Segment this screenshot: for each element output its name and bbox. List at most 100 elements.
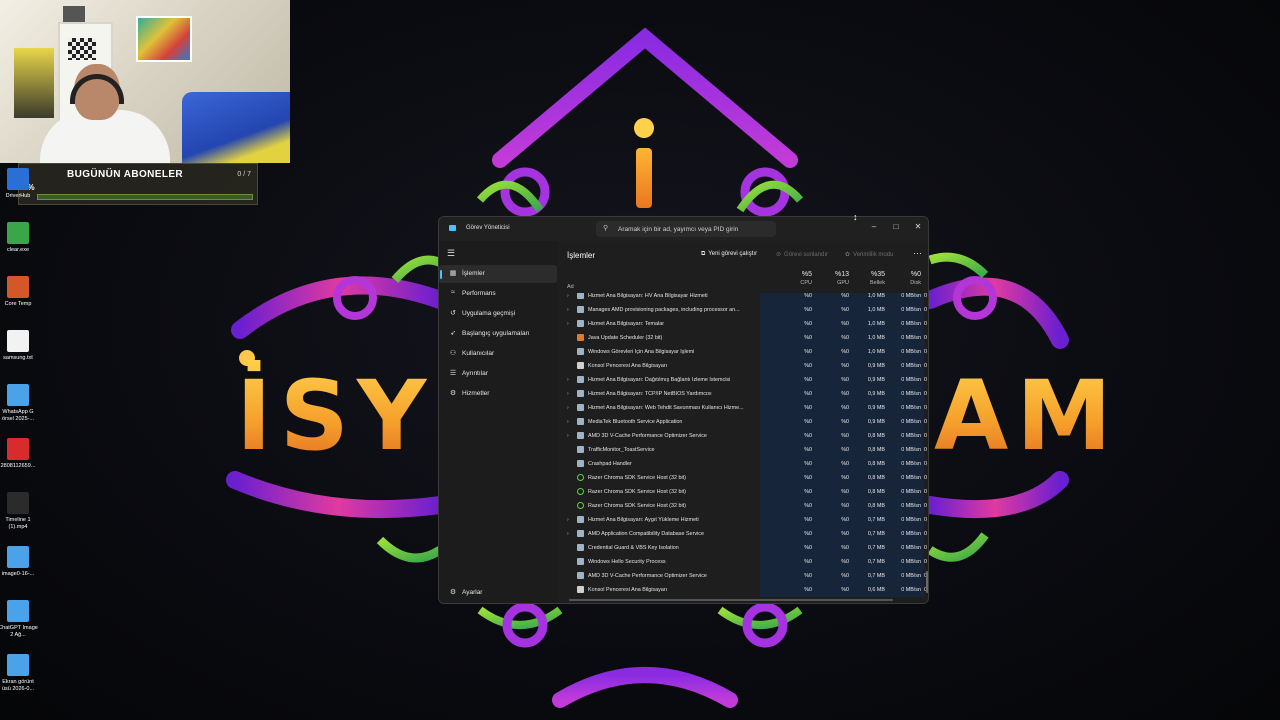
desktop-icon[interactable]: ChatGPT Image 2 Ağ... — [0, 600, 38, 639]
process-svc-icon — [577, 390, 584, 397]
nav-item-users[interactable]: ⚇ Kullanıcılar — [439, 345, 557, 363]
process-row[interactable]: › AMD Application Compatibility Database … — [557, 527, 928, 541]
expand-chevron-icon[interactable]: › — [567, 405, 569, 411]
process-net-value: 0 — [924, 475, 927, 481]
process-row[interactable]: › AMD 3D V-Cache Performance Optimizer Se… — [557, 429, 928, 443]
startup-icon: ➶ — [450, 330, 456, 337]
desktop-icon[interactable]: DriverHub — [0, 168, 38, 200]
desktop-icon[interactable]: Timeline 1 (1).mp4 — [0, 492, 38, 531]
desktop-icon[interactable]: Core Temp — [0, 276, 38, 308]
column-header-disk[interactable]: %0 Disk — [885, 271, 921, 293]
process-row[interactable]: TrafficMonitor_ToastService %0 %0 0,8 MB 0 M… — [557, 443, 928, 457]
nav-item-performance[interactable]: ≈ Performans — [439, 285, 557, 303]
end-task-button[interactable]: ⊘ Görevi sonlandır — [776, 251, 828, 258]
process-cpu-value: %0 — [804, 363, 812, 369]
expand-chevron-icon[interactable]: › — [567, 377, 569, 383]
process-row[interactable]: AMD 3D V-Cache Performance Optimizer Ser… — [557, 569, 928, 583]
process-gpu-value: %0 — [841, 349, 849, 355]
process-gpu-value: %0 — [841, 531, 849, 537]
process-row[interactable]: Crashpad Handler %0 %0 0,8 MB 0 MB/sn 0 — [557, 457, 928, 471]
process-row[interactable]: Java Update Scheduler (32 bit) %0 %0 1,0 MB… — [557, 331, 928, 345]
expand-chevron-icon[interactable]: › — [567, 419, 569, 425]
expand-chevron-icon[interactable]: › — [567, 307, 569, 313]
desktop-icon[interactable]: 2808112659... — [0, 438, 38, 470]
process-list: › Hizmet Ana Bilgisayarı: HV Ana Bilgisay… — [557, 293, 928, 597]
process-row[interactable]: Razer Chroma SDK Service Host (32 bit) %0… — [557, 471, 928, 485]
image-file-icon — [7, 654, 29, 676]
nav-item-details[interactable]: ☰ Ayrıntılar — [439, 365, 557, 383]
expand-chevron-icon[interactable]: › — [567, 517, 569, 523]
expand-chevron-icon[interactable]: › — [567, 531, 569, 537]
process-gpu-value: %0 — [841, 293, 849, 299]
desktop-icon[interactable]: Ekran görünt üsü 2026-0... — [0, 654, 38, 693]
desktop-icon[interactable]: samsung.txt — [0, 330, 38, 362]
process-mem-value: 0,8 MB — [867, 447, 885, 453]
more-options-icon[interactable]: ⋯ — [913, 248, 922, 259]
process-row[interactable]: Razer Chroma SDK Service Host (32 bit) %0… — [557, 485, 928, 499]
process-svc-icon — [577, 320, 584, 327]
nav-item-services[interactable]: ⚙ Hizmetler — [439, 385, 557, 403]
search-icon: ⚲ — [603, 225, 609, 232]
nav-item-startup[interactable]: ➶ Başlangıç uygulamaları — [439, 325, 557, 343]
desktop-icon[interactable]: clear.exe — [0, 222, 38, 254]
process-row[interactable]: Windows Görevleri İçin Ana Bilgisayar İş… — [557, 345, 928, 359]
process-row[interactable]: › Hizmet Ana Bilgisayarı: Dağıtılmış Bağl… — [557, 373, 928, 387]
process-disk-value: 0 MB/sn — [901, 517, 921, 523]
nav-item-settings[interactable]: ⚙ Ayarlar — [439, 584, 557, 602]
column-header-memory[interactable]: %35 Bellek — [849, 271, 885, 293]
expand-chevron-icon[interactable]: › — [567, 321, 569, 327]
process-row[interactable]: Credential Guard & VBS Key Isolation %0 %0… — [557, 541, 928, 555]
process-row[interactable]: › Manages AMD provisioning packages, incl… — [557, 303, 928, 317]
minimize-button[interactable]: – — [863, 219, 885, 235]
subscriber-goal-bar — [37, 194, 253, 200]
process-name: Windows Hello Security Process — [588, 559, 666, 565]
process-row[interactable]: › Hizmet Ana Bilgisayarı: Temalar %0 %0 1,0 … — [557, 317, 928, 331]
process-row[interactable]: Razer Chroma SDK Service Host (32 bit) %0… — [557, 499, 928, 513]
mouse-cursor-icon: ↕ — [853, 212, 858, 222]
hamburger-menu-icon[interactable]: ☰ — [447, 248, 455, 259]
process-row[interactable]: › MediaTek Bluetooth Service Application%… — [557, 415, 928, 429]
process-gpu-value: %0 — [841, 517, 849, 523]
nav-item-label: Başlangıç uygulamaları — [462, 330, 530, 337]
process-row[interactable]: › Hizmet Ana Bilgisayarı: TCP/IP NetBIOS … — [557, 387, 928, 401]
horizontal-scrollbar[interactable] — [569, 599, 893, 601]
process-row[interactable]: › Hizmet Ana Bilgisayarı: Aygıt Yükleme H… — [557, 513, 928, 527]
process-mem-value: 0,9 MB — [867, 405, 885, 411]
nav-item-history[interactable]: ↺ Uygulama geçmişi — [439, 305, 557, 323]
search-box[interactable]: ⚲ — [596, 221, 776, 237]
expand-chevron-icon[interactable]: › — [567, 391, 569, 397]
column-header-name[interactable]: Ad — [567, 284, 574, 290]
process-net-value: 0 — [924, 363, 927, 369]
end-task-icon: ⊘ — [776, 252, 782, 258]
desktop-icon-label: DriverHub — [5, 193, 31, 199]
process-row[interactable]: Windows Hello Security Process %0 %0 0,7 MB… — [557, 555, 928, 569]
process-cpu-value: %0 — [804, 489, 812, 495]
process-gpu-value: %0 — [841, 307, 849, 313]
close-button[interactable]: ✕ — [907, 219, 928, 235]
process-net-value: 0 — [924, 419, 927, 425]
process-svc-icon — [577, 544, 584, 551]
nav-item-grid[interactable]: ▦ İşlemler — [439, 265, 557, 283]
column-header-cpu[interactable]: %5 CPU — [776, 271, 812, 293]
vertical-scrollbar[interactable] — [926, 571, 928, 593]
maximize-button[interactable]: □ — [885, 219, 907, 235]
desktop-icon-label: Core Temp — [4, 301, 32, 307]
process-row[interactable]: › Hizmet Ana Bilgisayarı: HV Ana Bilgisay… — [557, 293, 928, 303]
desktop-icon[interactable]: WhatsApp G örsel 2025-... — [0, 384, 38, 423]
process-svc-icon — [577, 432, 584, 439]
efficiency-mode-button[interactable]: ✿ Verimlilik modu — [845, 251, 893, 258]
desktop-icon[interactable]: image0-16-... — [0, 546, 38, 578]
search-input[interactable] — [618, 222, 768, 236]
process-row[interactable]: Konsol Penceresi Ana Bilgisayarı %0 %0 0,6 … — [557, 583, 928, 597]
expand-chevron-icon[interactable]: › — [567, 433, 569, 439]
process-net-value: 0 — [924, 517, 927, 523]
nav-item-label: İşlemler — [462, 270, 485, 277]
process-gpu-value: %0 — [841, 433, 849, 439]
process-row[interactable]: › Hizmet Ana Bilgisayarı: Web Tehdit Savu… — [557, 401, 928, 415]
process-row[interactable]: Konsol Penceresi Ana Bilgisayarı %0 %0 0,9 … — [557, 359, 928, 373]
run-new-task-button[interactable]: ⧉ Yeni görevi çalıştır — [701, 251, 757, 258]
process-net-value: 0 — [924, 321, 927, 327]
column-header-gpu[interactable]: %13 GPU — [812, 271, 849, 293]
process-name: Windows Görevleri İçin Ana Bilgisayar İş… — [588, 349, 695, 355]
expand-chevron-icon[interactable]: › — [567, 293, 569, 299]
